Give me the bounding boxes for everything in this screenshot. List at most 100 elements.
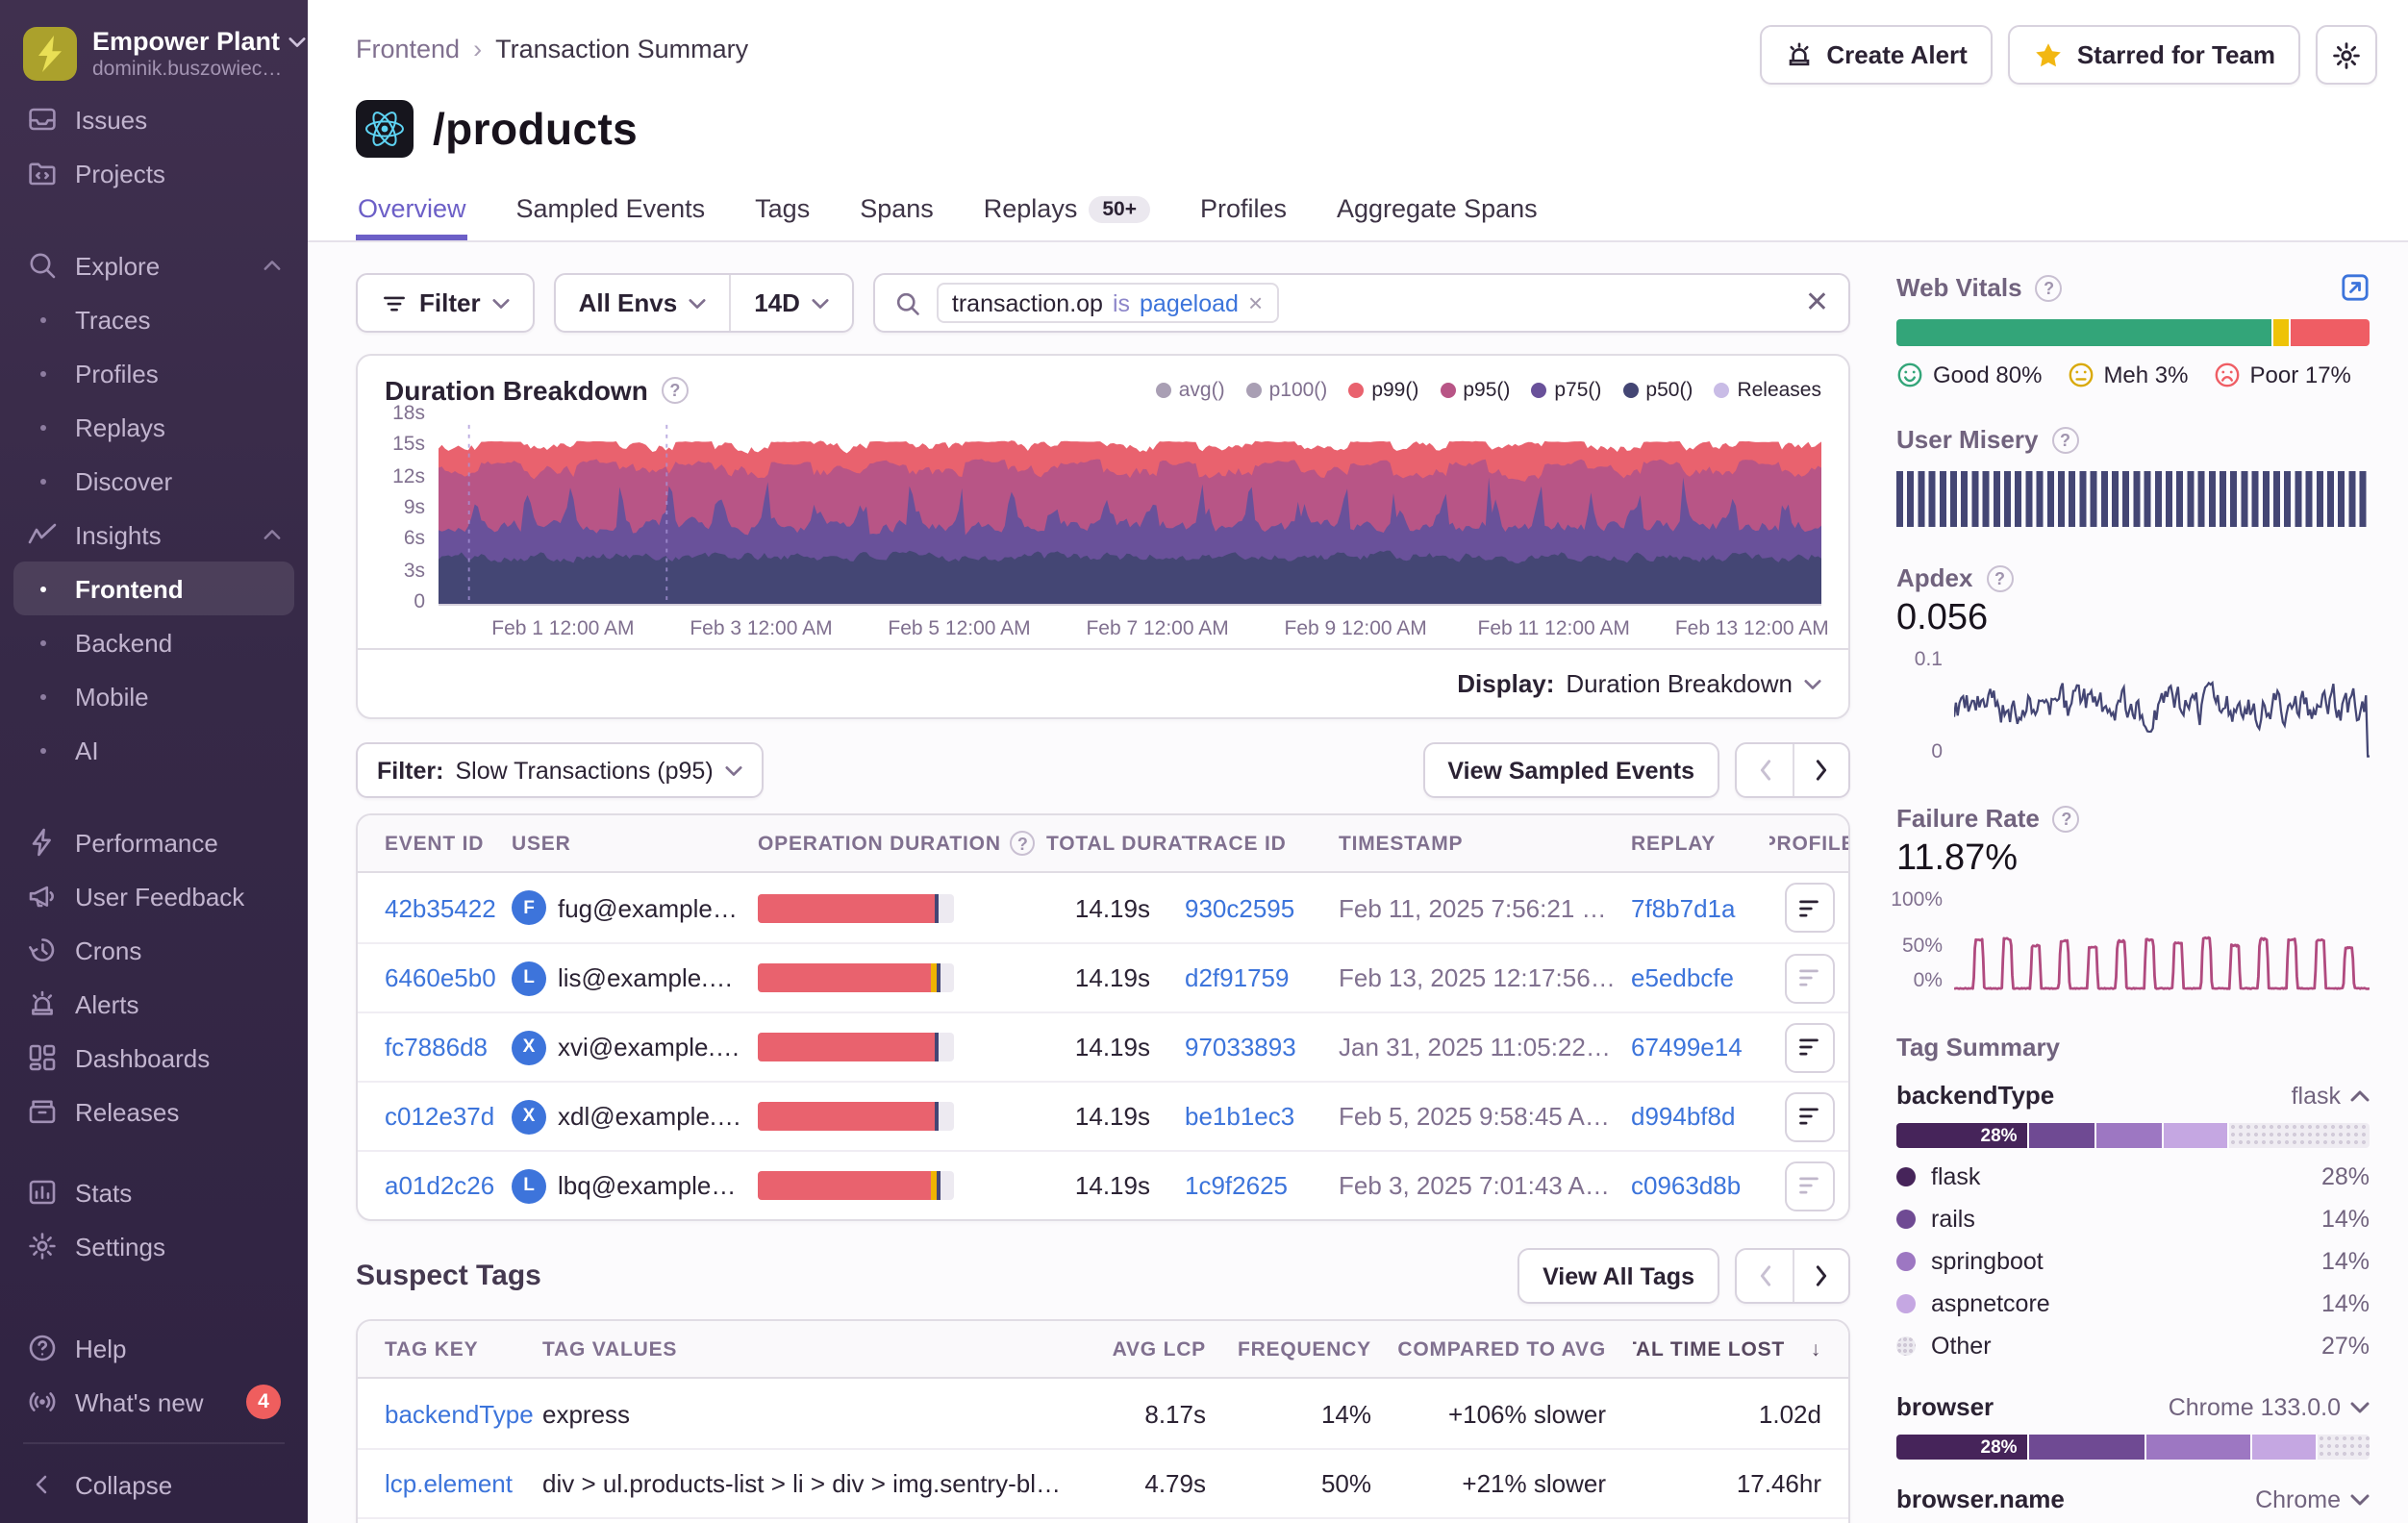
col-total-duration[interactable]: TOTAL DURATION bbox=[1046, 832, 1185, 855]
col-user[interactable]: USER bbox=[512, 832, 758, 855]
event-id-link[interactable]: c012e37d bbox=[358, 1102, 512, 1131]
col-tag-key[interactable]: TAG KEY bbox=[358, 1337, 542, 1361]
col-frequency[interactable]: FREQUENCY bbox=[1233, 1337, 1398, 1361]
search-input[interactable]: transaction.op is pageload × ✕ bbox=[873, 273, 1850, 333]
tab-spans[interactable]: Spans bbox=[858, 185, 936, 240]
trace-id-link[interactable]: d2f91759 bbox=[1185, 963, 1339, 992]
tag-legend-item[interactable]: flask28% bbox=[1896, 1156, 2370, 1198]
event-id-link[interactable]: 42b35422 bbox=[358, 893, 512, 922]
sidebar-item-user-feedback[interactable]: User Feedback bbox=[0, 869, 308, 923]
sidebar-item-issues[interactable]: Issues bbox=[0, 92, 308, 146]
chevron-up-icon[interactable] bbox=[263, 260, 281, 271]
sidebar-item-discover[interactable]: Discover bbox=[0, 454, 308, 508]
create-alert-button[interactable]: Create Alert bbox=[1759, 25, 1992, 85]
sidebar-item-traces[interactable]: Traces bbox=[0, 292, 308, 346]
event-id-link[interactable]: a01d2c26 bbox=[358, 1171, 512, 1200]
tab-aggregate-spans[interactable]: Aggregate Spans bbox=[1335, 185, 1540, 240]
chevron-up-icon[interactable] bbox=[263, 529, 281, 540]
col-replay[interactable]: REPLAY bbox=[1631, 832, 1769, 855]
environment-selector[interactable]: All Envs bbox=[556, 275, 730, 331]
filter-button[interactable]: Filter bbox=[358, 275, 533, 331]
trace-id-link[interactable]: 1c9f2625 bbox=[1185, 1171, 1339, 1200]
sidebar-item-insights[interactable]: Insights bbox=[0, 508, 308, 562]
settings-button[interactable] bbox=[2316, 25, 2377, 85]
sidebar-item-stats[interactable]: Stats bbox=[0, 1165, 308, 1219]
display-dropdown[interactable]: Duration Breakdown bbox=[1566, 669, 1821, 698]
sidebar-item-whats-new[interactable]: What's new4 bbox=[0, 1375, 308, 1429]
profile-button[interactable] bbox=[1784, 883, 1834, 933]
open-in-new-icon[interactable] bbox=[2341, 273, 2370, 302]
sidebar-item-settings[interactable]: Settings bbox=[0, 1219, 308, 1273]
col-compared-to-avg[interactable]: COMPARED TO AVG bbox=[1398, 1337, 1633, 1361]
view-sampled-events-button[interactable]: View Sampled Events bbox=[1422, 742, 1719, 798]
tab-tags[interactable]: Tags bbox=[753, 185, 812, 240]
tag-value-dropdown[interactable]: flask bbox=[2292, 1082, 2370, 1109]
sidebar-item-performance[interactable]: Performance bbox=[0, 815, 308, 869]
legend-p75[interactable]: p75() bbox=[1531, 379, 1601, 402]
breadcrumb-frontend[interactable]: Frontend bbox=[356, 35, 460, 63]
sidebar-item-releases[interactable]: Releases bbox=[0, 1085, 308, 1138]
profile-button[interactable] bbox=[1784, 1091, 1834, 1141]
sidebar-item-crons[interactable]: Crons bbox=[0, 923, 308, 977]
starred-for-team-button[interactable]: Starred for Team bbox=[2008, 25, 2300, 85]
tag-key-link[interactable]: backendType bbox=[358, 1399, 542, 1428]
events-filter-dropdown[interactable]: Filter:Slow Transactions (p95) bbox=[356, 742, 764, 798]
col-timestamp[interactable]: TIMESTAMP bbox=[1339, 832, 1631, 855]
tag-key-link[interactable]: lcp.element bbox=[358, 1469, 542, 1498]
prev-page-button[interactable] bbox=[1737, 744, 1793, 796]
sidebar-item-explore[interactable]: Explore bbox=[0, 238, 308, 292]
tab-overview[interactable]: Overview bbox=[356, 185, 468, 240]
clear-search-icon[interactable]: ✕ bbox=[1805, 288, 1829, 317]
trace-id-link[interactable]: be1b1ec3 bbox=[1185, 1102, 1339, 1131]
next-page-button[interactable] bbox=[1793, 1250, 1848, 1302]
col-profile[interactable]: PROFILE bbox=[1769, 832, 1848, 855]
legend-p50[interactable]: p50() bbox=[1622, 379, 1693, 402]
remove-token-icon[interactable]: × bbox=[1248, 290, 1263, 315]
sidebar-item-projects[interactable]: Projects bbox=[0, 146, 308, 200]
replay-link[interactable]: 67499e14 bbox=[1631, 1033, 1769, 1061]
tag-value-dropdown[interactable]: Chrome bbox=[2255, 1486, 2370, 1512]
tab-profiles[interactable]: Profiles bbox=[1198, 185, 1289, 240]
event-id-link[interactable]: fc7886d8 bbox=[358, 1033, 512, 1061]
sidebar-item-profiles[interactable]: Profiles bbox=[0, 346, 308, 400]
sidebar-item-dashboards[interactable]: Dashboards bbox=[0, 1031, 308, 1085]
sidebar-item-frontend[interactable]: Frontend bbox=[13, 562, 294, 615]
next-page-button[interactable] bbox=[1793, 744, 1848, 796]
sidebar-item-help[interactable]: Help bbox=[0, 1321, 308, 1375]
sidebar-collapse-button[interactable]: Collapse bbox=[0, 1458, 308, 1511]
tag-legend-item[interactable]: springboot14% bbox=[1896, 1240, 2370, 1283]
replay-link[interactable]: e5edbcfe bbox=[1631, 963, 1769, 992]
org-switcher[interactable]: Empower Plant dominik.buszowiec… bbox=[0, 15, 308, 92]
col-event-id[interactable]: EVENT ID bbox=[358, 832, 512, 855]
trace-id-link[interactable]: 930c2595 bbox=[1185, 893, 1339, 922]
legend-releases[interactable]: Releases bbox=[1714, 379, 1821, 402]
col-trace-id[interactable]: TRACE ID bbox=[1185, 832, 1339, 855]
profile-button[interactable] bbox=[1784, 1161, 1834, 1211]
legend-p100[interactable]: p100() bbox=[1246, 379, 1328, 402]
legend-p99[interactable]: p99() bbox=[1348, 379, 1418, 402]
col-avg-lcp[interactable]: AVG LCP bbox=[1087, 1337, 1233, 1361]
date-range-selector[interactable]: 14D bbox=[729, 275, 852, 331]
col-operation-duration[interactable]: OPERATION DURATION? bbox=[758, 831, 1046, 856]
col-tag-values[interactable]: TAG VALUES bbox=[542, 1337, 1087, 1361]
sidebar-item-replays[interactable]: Replays bbox=[0, 400, 308, 454]
trace-id-link[interactable]: 97033893 bbox=[1185, 1033, 1339, 1061]
profile-button[interactable] bbox=[1784, 1022, 1834, 1072]
search-token-transaction-op[interactable]: transaction.op is pageload × bbox=[937, 283, 1278, 323]
col-total-time-lost[interactable]: TOTAL TIME LOST ↓ bbox=[1633, 1337, 1848, 1361]
legend-avg[interactable]: avg() bbox=[1156, 379, 1225, 402]
replay-link[interactable]: c0963d8b bbox=[1631, 1171, 1769, 1200]
sidebar-item-backend[interactable]: Backend bbox=[0, 615, 308, 669]
tag-legend-item[interactable]: rails14% bbox=[1896, 1198, 2370, 1240]
sidebar-item-ai[interactable]: AI bbox=[0, 723, 308, 777]
prev-page-button[interactable] bbox=[1737, 1250, 1793, 1302]
replay-link[interactable]: 7f8b7d1a bbox=[1631, 893, 1769, 922]
view-all-tags-button[interactable]: View All Tags bbox=[1518, 1248, 1719, 1304]
profile-button[interactable] bbox=[1784, 953, 1834, 1003]
tab-sampled-events[interactable]: Sampled Events bbox=[514, 185, 708, 240]
tag-legend-item[interactable]: aspnetcore14% bbox=[1896, 1283, 2370, 1325]
sidebar-item-alerts[interactable]: Alerts bbox=[0, 977, 308, 1031]
tag-value-dropdown[interactable]: Chrome 133.0.0 bbox=[2169, 1393, 2370, 1420]
replay-link[interactable]: d994bf8d bbox=[1631, 1102, 1769, 1131]
tab-replays[interactable]: Replays50+ bbox=[982, 185, 1152, 240]
